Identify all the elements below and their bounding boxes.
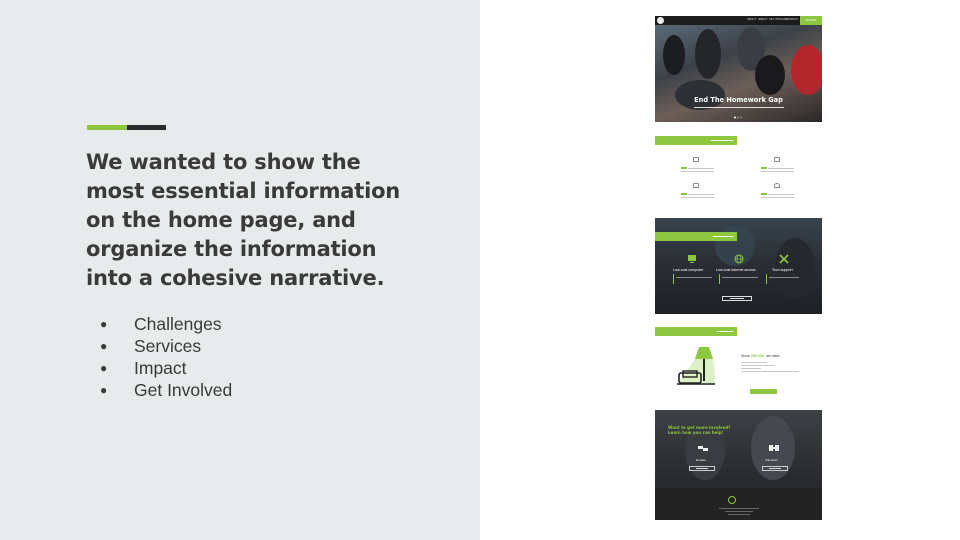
mockup-nav-bar: ABOUT IMPACT GET INVOLVED CONTACT DONATE — [655, 16, 822, 25]
mockup-services-section: Low-cost computer Low-cost internet acce… — [655, 218, 822, 314]
impact-heading-prefix: Since — [741, 354, 750, 358]
stat-text — [688, 194, 714, 195]
bullet-dot: ● — [100, 317, 108, 331]
bullet-item: ● Get Involved — [100, 379, 232, 401]
involved-button — [689, 466, 715, 471]
service-text — [769, 277, 799, 278]
service-text — [722, 277, 758, 278]
bullet-text: Challenges — [134, 314, 222, 334]
involved-option-label: Donate — [696, 458, 706, 462]
monitor-icon — [693, 157, 699, 162]
accent-bar — [87, 125, 166, 130]
stat-text — [681, 197, 714, 198]
service-divider — [719, 274, 720, 284]
globe-icon — [734, 254, 744, 264]
section-title-bar — [655, 327, 737, 336]
accent-bar-dark — [127, 125, 166, 130]
device-icon — [774, 157, 780, 162]
section-title-bar — [655, 136, 737, 145]
photo-figure — [791, 45, 822, 95]
slide-heading: We wanted to show the most essential inf… — [86, 150, 401, 290]
logo-icon — [728, 496, 736, 504]
donate-button: DONATE — [800, 16, 822, 25]
mockup-challenges-section — [655, 136, 822, 206]
stat-number — [681, 167, 687, 169]
hero-subtitle — [655, 105, 822, 109]
stat-text — [681, 171, 714, 172]
bullet-text: Get Involved — [134, 380, 233, 400]
home-icon — [693, 183, 699, 188]
impact-list-item — [741, 365, 775, 366]
section-title-bar — [655, 232, 737, 241]
text-panel: We wanted to show the most essential inf… — [0, 0, 480, 540]
handshake-icon — [769, 445, 779, 451]
photo-figure — [663, 35, 685, 75]
photo-figure — [695, 29, 721, 79]
stat-number — [761, 193, 767, 195]
stat-text — [768, 168, 794, 169]
bullet-dot: ● — [100, 361, 108, 375]
bullet-item: ● Challenges — [100, 313, 232, 335]
involved-button — [762, 466, 788, 471]
footer-text — [719, 508, 759, 509]
mockup-involved-section: Want to get more involved? Learn how you… — [655, 410, 822, 520]
service-divider — [766, 274, 767, 284]
bullet-list: ● Challenges ● Services ● Impact ● Get Invol… — [100, 313, 232, 401]
footer-text — [725, 511, 753, 512]
stat-text — [761, 171, 794, 172]
learn-more-button — [722, 296, 752, 301]
bullet-text: Impact — [134, 358, 187, 378]
service-title: Low-cost computer — [673, 268, 704, 272]
computer-icon — [688, 255, 696, 263]
impact-list-item — [741, 371, 799, 372]
wifi-icon — [774, 183, 780, 188]
photo-figure — [755, 55, 785, 95]
nav-link: ABOUT — [747, 18, 756, 21]
logo-icon — [657, 17, 664, 24]
mockup-hero-section: ABOUT IMPACT GET INVOLVED CONTACT DONATE… — [655, 16, 822, 122]
service-title: Tech support — [772, 268, 793, 272]
nav-link: IMPACT — [758, 18, 768, 21]
service-divider — [673, 274, 674, 284]
service-text — [676, 277, 712, 278]
nav-link: CONTACT — [786, 18, 799, 21]
impact-heading: Since 200,000, we have: — [741, 354, 780, 358]
impact-number: 200,000, — [751, 354, 765, 358]
footer-text — [728, 514, 750, 515]
tools-icon — [779, 254, 789, 264]
bullet-item: ● Impact — [100, 357, 232, 379]
stat-text — [768, 194, 794, 195]
lamp-desk-illustration-icon — [677, 347, 715, 385]
mockup-impact-section: Since 200,000, we have: — [655, 327, 822, 397]
carousel-dots-icon — [734, 116, 742, 119]
bullet-dot: ● — [100, 383, 108, 397]
stat-text — [688, 168, 714, 169]
bullet-text: Services — [134, 336, 202, 356]
stat-number — [681, 193, 687, 195]
hands-icon — [698, 446, 708, 451]
stat-text — [761, 197, 794, 198]
hero-title: End The Homework Gap — [694, 96, 783, 104]
bullet-dot: ● — [100, 339, 108, 353]
impact-list-item — [741, 362, 767, 363]
bullet-item: ● Services — [100, 335, 232, 357]
service-title: Low-cost internet access — [716, 268, 756, 272]
accent-bar-green — [87, 125, 127, 130]
impact-list-item — [741, 368, 761, 369]
slide: We wanted to show the most essential inf… — [0, 0, 960, 540]
involved-heading: Want to get more involved? Learn how you… — [668, 425, 731, 435]
involved-option-label: Volunteer — [765, 458, 778, 462]
impact-heading-suffix: we have: — [766, 354, 781, 358]
stat-number — [761, 167, 767, 169]
impact-button — [750, 389, 777, 394]
involved-photo — [655, 410, 822, 488]
mockup-footer — [655, 488, 822, 520]
involved-heading-line2: Learn how you can help! — [668, 430, 724, 435]
